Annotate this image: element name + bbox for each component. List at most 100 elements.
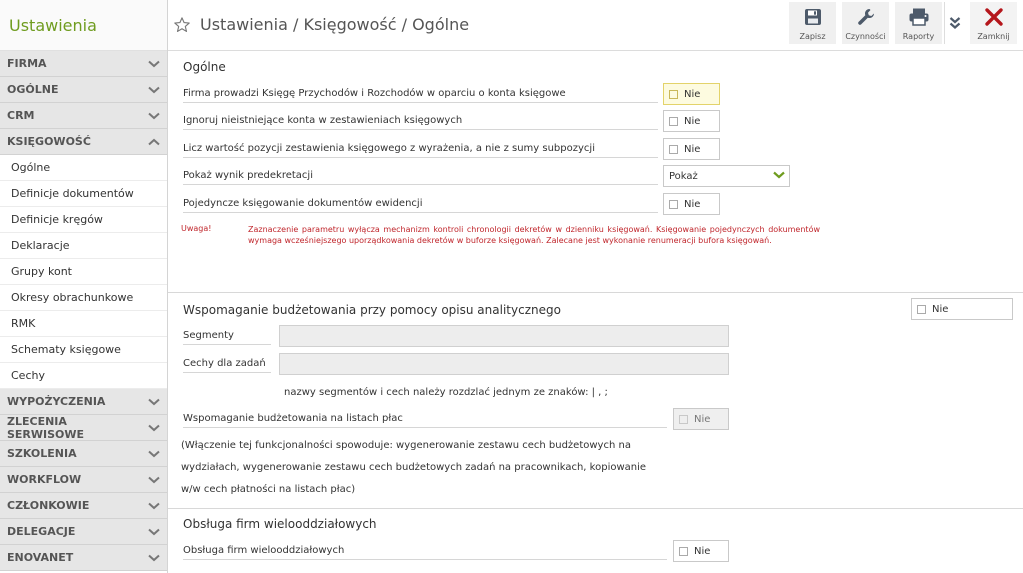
- actions-button[interactable]: Czynności: [842, 2, 889, 44]
- kpir-accounts-label: Firma prowadzi Księgę Przychodów i Rozch…: [183, 88, 658, 103]
- sidebar-section-label: OGÓLNE: [7, 83, 59, 96]
- chevron-up-icon: [147, 135, 161, 149]
- printer-icon: [909, 8, 928, 26]
- budget-checkbox[interactable]: Nie: [911, 298, 1013, 320]
- checkbox-value: Nie: [684, 115, 701, 127]
- double-chevron-down-icon: [949, 17, 960, 29]
- sidebar-section-szkolenia[interactable]: SZKOLENIA: [0, 441, 167, 467]
- general-section-title: Ogólne: [183, 60, 226, 74]
- checkbox-value: Nie: [684, 143, 701, 155]
- single-posting-checkbox[interactable]: Nie: [663, 193, 720, 215]
- sidebar-section-zlecenia-serwisowe[interactable]: ZLECENIA SERWISOWE: [0, 415, 167, 441]
- payroll-info-line-2: wydziałach, wygenerowanie zestawu cech b…: [181, 462, 647, 473]
- separator-hint: nazwy segmentów i cech należy rozdzlać j…: [284, 387, 608, 398]
- sidebar-section-label: ZLECENIA SERWISOWE: [7, 414, 85, 441]
- checkbox-value: Nie: [694, 413, 711, 425]
- sidebar-item-cechy[interactable]: Cechy: [0, 363, 167, 389]
- sidebar-section-label: DELEGACJE: [7, 525, 76, 538]
- warning-text: Zaznaczenie parametru wyłącza mechanizm …: [248, 225, 820, 245]
- payroll-budget-checkbox[interactable]: Nie: [673, 408, 729, 430]
- reports-button[interactable]: Raporty: [895, 2, 942, 44]
- chevron-down-icon: [773, 171, 785, 182]
- reports-button-label: Raporty: [902, 32, 935, 41]
- checkbox-value: Nie: [684, 198, 701, 210]
- checkbox-value: Nie: [694, 545, 711, 557]
- chevron-down-icon: [147, 499, 161, 513]
- expression-value-checkbox[interactable]: Nie: [663, 138, 720, 160]
- sidebar-section-firma[interactable]: FIRMA: [0, 51, 167, 77]
- floppy-disk-icon: [804, 9, 821, 25]
- sidebar-section-label: WORKFLOW: [7, 473, 82, 486]
- checkbox-value: Nie: [684, 88, 701, 100]
- chevron-down-icon: [147, 395, 161, 409]
- branches-label: Obsługa firm wielooddziałowych: [183, 545, 667, 560]
- sidebar-section-label: WYPOŻYCZENIA: [7, 395, 106, 408]
- sidebar-section-label: ENOVANET: [7, 551, 74, 564]
- predecree-result-select[interactable]: Pokaż: [663, 165, 790, 187]
- sidebar-section-ogolne[interactable]: OGÓLNE: [0, 77, 167, 103]
- sidebar-section-label: CRM: [7, 109, 35, 122]
- sidebar-section-label: CZŁONKOWIE: [7, 499, 90, 512]
- sidebar-section-ksiegowosc[interactable]: KSIĘGOWOŚĆ: [0, 129, 167, 155]
- checkbox-box: [669, 116, 678, 126]
- sidebar-section-workflow[interactable]: WORKFLOW: [0, 467, 167, 493]
- predecree-result-label: Pokaż wynik predekretacji: [183, 170, 658, 185]
- save-button-label: Zapisz: [799, 32, 826, 41]
- more-options-button[interactable]: [944, 2, 964, 44]
- page-title: Ustawienia / Księgowość / Ogólne: [200, 15, 470, 34]
- section-divider: [168, 508, 1023, 509]
- save-button[interactable]: Zapisz: [789, 2, 836, 44]
- toolbar: Zapisz Czynności Raporty Zamknij: [783, 2, 1017, 44]
- warning-label: Uwaga!: [181, 224, 212, 233]
- checkbox-box: [669, 89, 678, 99]
- actions-button-label: Czynności: [845, 32, 886, 41]
- header: Ustawienia / Księgowość / Ogólne Zapisz …: [168, 0, 1023, 51]
- sidebar-item-definicje-dokumentow[interactable]: Definicje dokumentów: [0, 181, 167, 207]
- budget-section-title: Wspomaganie budżetowania przy pomocy opi…: [183, 303, 561, 317]
- kpir-accounts-checkbox[interactable]: Nie: [663, 83, 720, 105]
- checkbox-box: [917, 304, 926, 314]
- task-features-input[interactable]: [279, 353, 729, 375]
- expression-value-label: Licz wartość pozycji zestawienia księgow…: [183, 143, 658, 158]
- sidebar-section-czlonkowie[interactable]: CZŁONKOWIE: [0, 493, 167, 519]
- close-button[interactable]: Zamknij: [970, 2, 1017, 44]
- sidebar-item-ogolne[interactable]: Ogólne: [0, 155, 167, 181]
- sidebar-item-schematy-ksiegowe[interactable]: Schematy księgowe: [0, 337, 167, 363]
- payroll-info-line-3: w/w cech płatności na listach płac): [181, 484, 356, 495]
- segments-input[interactable]: [279, 325, 729, 347]
- breadcrumb: Ustawienia / Księgowość / Ogólne: [173, 15, 469, 34]
- segments-label: Segmenty: [183, 330, 271, 345]
- single-posting-label: Pojedyncze księgowanie dokumentów ewiden…: [183, 198, 658, 213]
- sidebar-item-rmk[interactable]: RMK: [0, 311, 167, 337]
- checkbox-box: [669, 144, 678, 154]
- sidebar-section-crm[interactable]: CRM: [0, 103, 167, 129]
- chevron-down-icon: [147, 57, 161, 71]
- sidebar-item-definicje-kregow[interactable]: Definicje kręgów: [0, 207, 167, 233]
- checkbox-value: Nie: [932, 303, 949, 315]
- chevron-down-icon: [147, 551, 161, 565]
- checkbox-box: [679, 546, 688, 556]
- sidebar-item-grupy-kont[interactable]: Grupy kont: [0, 259, 167, 285]
- sidebar-item-okresy-obrachunkowe[interactable]: Okresy obrachunkowe: [0, 285, 167, 311]
- chevron-down-icon: [147, 109, 161, 123]
- section-divider: [168, 292, 1023, 293]
- star-icon[interactable]: [173, 16, 191, 34]
- close-icon: [984, 8, 1003, 26]
- chevron-down-icon: [147, 473, 161, 487]
- sidebar-section-label: KSIĘGOWOŚĆ: [7, 135, 91, 148]
- checkbox-box: [679, 414, 688, 424]
- payroll-info-line-1: (Włączenie tej funkcjonalności spowoduje…: [181, 440, 631, 451]
- close-button-label: Zamknij: [977, 32, 1010, 41]
- sidebar-section-label: SZKOLENIA: [7, 447, 77, 460]
- chevron-down-icon: [147, 421, 161, 435]
- sidebar-section-wypozyczenia[interactable]: WYPOŻYCZENIA: [0, 389, 167, 415]
- task-features-label: Cechy dla zadań: [183, 358, 271, 373]
- sidebar-section-label: FIRMA: [7, 57, 47, 70]
- sidebar-section-enovanet[interactable]: ENOVANET: [0, 545, 167, 571]
- sidebar-section-delegacje[interactable]: DELEGACJE: [0, 519, 167, 545]
- ignore-missing-accounts-checkbox[interactable]: Nie: [663, 110, 720, 132]
- branches-checkbox[interactable]: Nie: [673, 540, 729, 562]
- payroll-budget-label: Wspomaganie budżetowania na listach płac: [183, 413, 667, 428]
- sidebar-item-deklaracje[interactable]: Deklaracje: [0, 233, 167, 259]
- main-content: Ogólne Firma prowadzi Księgę Przychodów …: [168, 52, 1023, 573]
